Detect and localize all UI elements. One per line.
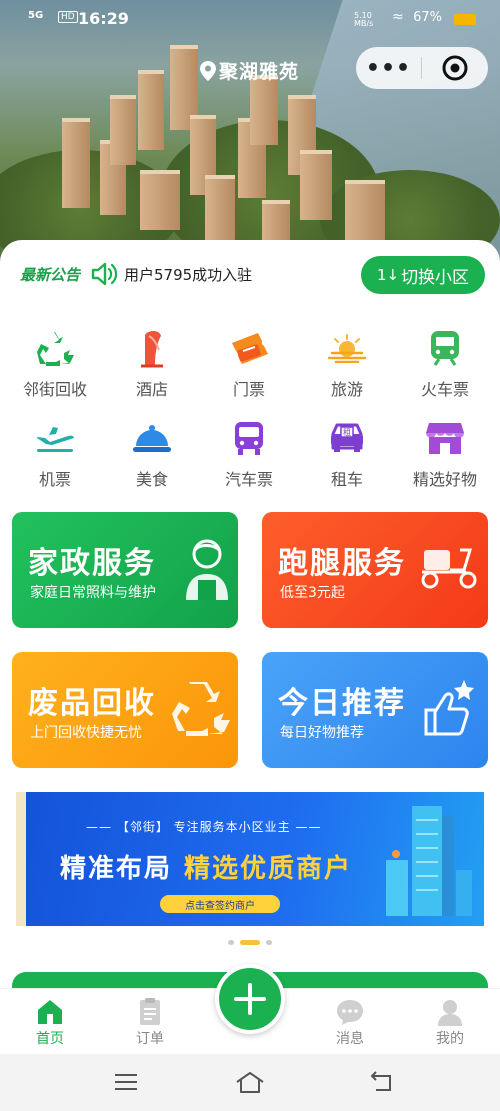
status-bar: 5G HD 16:29 5.10 MB/s ≈ 67% — [0, 0, 500, 36]
train-icon — [423, 326, 467, 370]
location-pin-icon — [200, 60, 216, 81]
add-button[interactable] — [215, 964, 285, 1034]
hero-image — [0, 0, 500, 262]
recycle-icon — [168, 678, 232, 742]
recycling-card[interactable]: 废品回收 上门回收快捷无忧 — [12, 652, 238, 768]
notice-title: 最新公告 — [20, 266, 81, 284]
thumbs-up-icon — [422, 678, 478, 742]
carousel-dot[interactable] — [228, 940, 234, 945]
card-subtitle: 家庭日常照料与维护 — [30, 585, 156, 601]
city-illustration — [376, 800, 476, 922]
banner-headline-yellow: 精选优质商户 — [184, 854, 353, 884]
menu-icon[interactable] — [113, 1072, 139, 1096]
service-ticket[interactable]: 门票 — [200, 326, 298, 406]
switch-community-button[interactable]: 1↓ 切换小区 — [361, 256, 485, 294]
travel-icon — [325, 326, 369, 370]
tab-label: 我的 — [436, 1031, 464, 1047]
net-speed: 5.10 MB/s — [354, 11, 374, 28]
speaker-icon — [91, 262, 119, 290]
mini-program-capsule: ••• — [356, 47, 488, 89]
service-shop[interactable]: 精选好物 — [396, 416, 494, 496]
tab-label: 首页 — [36, 1031, 64, 1047]
service-label: 火车票 — [420, 380, 469, 399]
recommendation-card[interactable]: 今日推荐 每日好物推荐 — [262, 652, 488, 768]
carousel-dot[interactable] — [266, 940, 272, 945]
promo-banner[interactable]: —— 【邻街】 专注服务本小区业主 —— 精准布局 精选优质商户 点击查签约商户 — [16, 792, 484, 926]
service-label: 汽车票 — [224, 470, 273, 489]
more-menu-icon[interactable]: ••• — [356, 56, 421, 81]
bus-icon — [227, 416, 271, 460]
tab-home[interactable]: 首页 — [15, 996, 85, 1048]
card-title: 跑腿服务 — [278, 546, 406, 581]
service-recycle[interactable]: 邻街回收 — [6, 326, 104, 406]
orders-icon — [137, 996, 163, 1028]
scooter-icon — [416, 536, 480, 596]
housekeeping-card[interactable]: 家政服务 家庭日常照料与维护 — [12, 512, 238, 628]
tab-label: 消息 — [336, 1031, 364, 1047]
message-icon — [335, 996, 365, 1028]
service-label: 美食 — [135, 470, 168, 489]
home-nav-icon[interactable] — [234, 1070, 266, 1098]
banner-headline-white: 精准布局 — [60, 854, 173, 884]
svg-text:租: 租 — [343, 428, 351, 437]
service-bus[interactable]: 汽车票 — [200, 416, 298, 496]
battery-level: 67% — [413, 10, 442, 25]
home-icon — [36, 996, 64, 1028]
service-label: 精选好物 — [412, 470, 477, 489]
user-icon — [436, 996, 464, 1028]
tab-label: 订单 — [136, 1031, 164, 1047]
housekeeper-icon — [182, 536, 232, 604]
car-rental-icon: 租 — [325, 416, 369, 460]
battery-icon — [454, 14, 476, 25]
service-train[interactable]: 火车票 — [396, 326, 494, 406]
errand-card[interactable]: 跑腿服务 低至3元起 — [262, 512, 488, 628]
service-label: 机票 — [38, 470, 71, 489]
close-target-icon[interactable] — [422, 55, 487, 81]
hd-badge: HD — [58, 11, 78, 23]
switch-label: 切换小区 — [401, 267, 470, 288]
hotel-icon — [130, 326, 174, 370]
back-icon[interactable] — [368, 1070, 396, 1098]
notice-text: 用户5795成功入驻 — [124, 266, 253, 284]
service-label: 租车 — [330, 470, 363, 489]
plus-icon — [234, 983, 266, 1015]
tab-orders[interactable]: 订单 — [115, 996, 185, 1048]
card-title: 家政服务 — [28, 546, 156, 581]
service-label: 门票 — [232, 380, 265, 399]
service-label: 邻街回收 — [22, 380, 87, 399]
card-subtitle: 上门回收快捷无忧 — [30, 725, 142, 741]
banner-subtitle: —— 【邻街】 专注服务本小区业主 —— — [86, 820, 322, 834]
card-title: 废品回收 — [28, 686, 156, 721]
switch-icon: 1↓ — [376, 266, 400, 284]
location-selector[interactable]: 聚湖雅苑 — [200, 57, 299, 84]
clock: 16:29 — [78, 9, 129, 28]
recycle-icon — [33, 326, 77, 370]
system-nav-bar — [0, 1054, 500, 1111]
service-travel[interactable]: 旅游 — [298, 326, 396, 406]
card-subtitle: 每日好物推荐 — [280, 725, 364, 741]
service-food[interactable]: 美食 — [103, 416, 201, 496]
plane-icon — [33, 416, 77, 460]
network-indicator: 5G — [28, 10, 44, 21]
card-subtitle: 低至3元起 — [280, 585, 345, 601]
service-label: 酒店 — [135, 380, 168, 399]
tab-profile[interactable]: 我的 — [415, 996, 485, 1048]
service-flight[interactable]: 机票 — [6, 416, 104, 496]
food-icon — [130, 416, 174, 460]
service-hotel[interactable]: 酒店 — [103, 326, 201, 406]
ticket-icon — [227, 326, 271, 370]
wifi-icon: ≈ — [392, 9, 404, 25]
service-car-rental[interactable]: 租 租车 — [298, 416, 396, 496]
shop-icon — [423, 416, 467, 460]
tab-messages[interactable]: 消息 — [315, 996, 385, 1048]
banner-cta-button[interactable]: 点击查签约商户 — [160, 895, 280, 913]
location-name: 聚湖雅苑 — [219, 61, 300, 83]
card-title: 今日推荐 — [278, 686, 406, 721]
service-label: 旅游 — [330, 380, 363, 399]
carousel-dot-active[interactable] — [240, 940, 260, 945]
